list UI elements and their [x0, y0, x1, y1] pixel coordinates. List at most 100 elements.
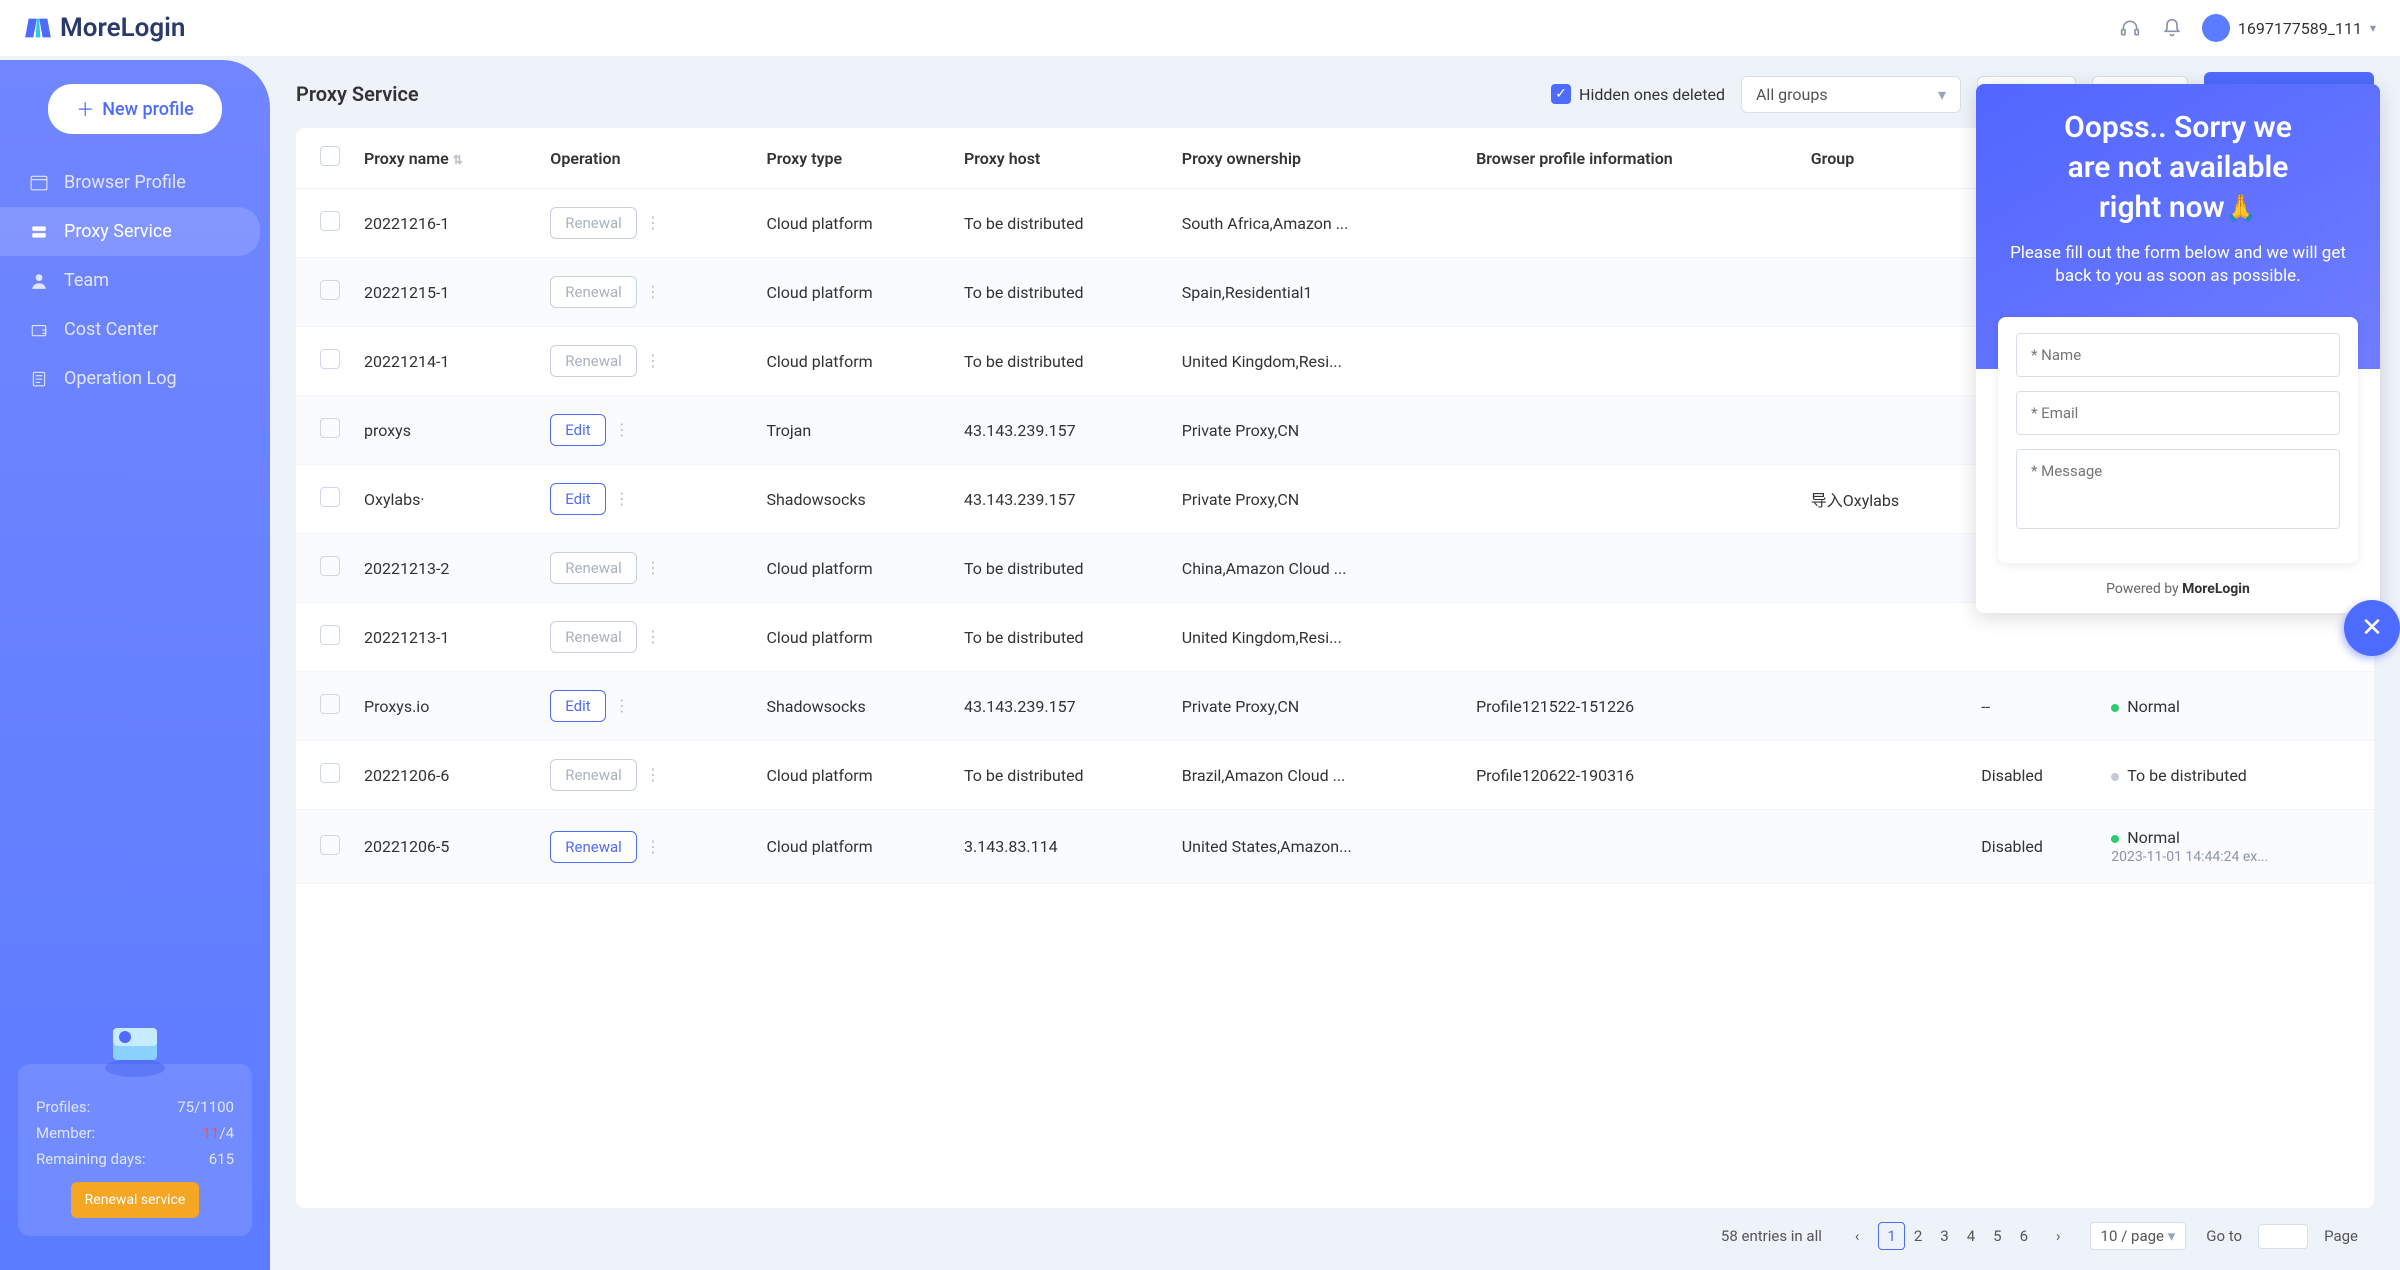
cell-owner: United Kingdom,Resi...	[1170, 603, 1464, 672]
operation-button[interactable]: Renewal	[550, 552, 637, 584]
profiles-value: 75/1100	[177, 1098, 234, 1116]
pager-next[interactable]: ›	[2047, 1222, 2070, 1250]
chat-close-button[interactable]: ✕	[2344, 600, 2400, 656]
chat-email-input[interactable]	[2016, 391, 2340, 435]
cell-name: 20221213-1	[352, 603, 538, 672]
new-profile-button[interactable]: ＋ New profile	[48, 84, 221, 134]
row-checkbox[interactable]	[320, 487, 340, 507]
operation-button[interactable]: Renewal	[550, 831, 637, 863]
pager-page[interactable]: 5	[1984, 1222, 2010, 1250]
status-text: Normal	[2127, 828, 2180, 847]
row-checkbox[interactable]	[320, 763, 340, 783]
col-operation: Operation	[538, 128, 754, 189]
more-icon[interactable]: ⋮	[637, 213, 669, 232]
pager-prev[interactable]: ‹	[1846, 1222, 1869, 1250]
plus-icon: ＋	[76, 96, 94, 122]
cell-group	[1799, 396, 1969, 465]
operation-button[interactable]: Edit	[550, 690, 605, 722]
cell-name: Proxys.io	[352, 672, 538, 741]
chat-message-input[interactable]	[2016, 449, 2340, 529]
sidebar-item-team[interactable]: Team	[0, 256, 270, 305]
cell-type: Shadowsocks	[754, 465, 952, 534]
row-checkbox[interactable]	[320, 556, 340, 576]
row-checkbox[interactable]	[320, 418, 340, 438]
group-select[interactable]: All groups ▾	[1741, 76, 1961, 113]
col-browser-info: Browser profile information	[1464, 128, 1799, 189]
stats-card: Profiles:75/1100 Member:11/4 Remaining d…	[18, 1064, 252, 1236]
chevron-down-icon: ▾	[2168, 1227, 2176, 1245]
chat-subtitle: Please fill out the form below and we wi…	[2000, 242, 2356, 290]
cell-type: Cloud platform	[754, 258, 952, 327]
pager-page[interactable]: 1	[1878, 1222, 1904, 1250]
pager-page[interactable]: 6	[2011, 1222, 2037, 1250]
per-page-select[interactable]: 10 / page ▾	[2090, 1222, 2187, 1250]
row-checkbox[interactable]	[320, 349, 340, 369]
col-proxy-name[interactable]: Proxy name⇅	[352, 128, 538, 189]
cell-name: 20221214-1	[352, 327, 538, 396]
sort-icon: ⇅	[453, 153, 463, 167]
col-group: Group	[1799, 128, 1969, 189]
cell-status: To be distributed	[2099, 741, 2374, 810]
operation-button[interactable]: Renewal	[550, 207, 637, 239]
more-icon[interactable]: ⋮	[637, 558, 669, 577]
days-value: 615	[209, 1150, 234, 1168]
row-checkbox[interactable]	[320, 625, 340, 645]
row-checkbox[interactable]	[320, 694, 340, 714]
wallet-icon	[30, 321, 48, 339]
member-current: 11	[203, 1124, 220, 1142]
pagination: 58 entries in all ‹ 123456 › 10 / page ▾…	[296, 1208, 2374, 1270]
more-icon[interactable]: ⋮	[606, 420, 638, 439]
chat-name-input[interactable]	[2016, 333, 2340, 377]
cell-name: Oxylabs·	[352, 465, 538, 534]
row-checkbox[interactable]	[320, 211, 340, 231]
sidebar-item-cost-center[interactable]: Cost Center	[0, 305, 270, 354]
row-checkbox[interactable]	[320, 835, 340, 855]
goto-label: Go to	[2206, 1227, 2242, 1245]
page-label: Page	[2324, 1227, 2358, 1245]
cell-note: Disabled	[1969, 810, 2099, 884]
cell-owner: China,Amazon Cloud ...	[1170, 534, 1464, 603]
sidebar-item-browser-profile[interactable]: Browser Profile	[0, 158, 270, 207]
more-icon[interactable]: ⋮	[637, 837, 669, 856]
sidebar-item-operation-log[interactable]: Operation Log	[0, 354, 270, 403]
brand-icon	[24, 14, 52, 42]
more-icon[interactable]: ⋮	[637, 282, 669, 301]
cell-type: Cloud platform	[754, 810, 952, 884]
sidebar-item-label: Browser Profile	[64, 172, 186, 193]
bell-icon[interactable]	[2160, 16, 2184, 40]
cell-group	[1799, 189, 1969, 258]
pray-emoji: 🙏	[2225, 194, 2257, 224]
more-icon[interactable]: ⋮	[637, 627, 669, 646]
pager-page[interactable]: 3	[1931, 1222, 1957, 1250]
operation-button[interactable]: Renewal	[550, 621, 637, 653]
cell-host: To be distributed	[952, 534, 1170, 603]
cell-name: proxys	[352, 396, 538, 465]
cell-host: 3.143.83.114	[952, 810, 1170, 884]
user-menu[interactable]: 1697177589_111 ▾	[2202, 14, 2376, 42]
more-icon[interactable]: ⋮	[606, 696, 638, 715]
sidebar-item-proxy-service[interactable]: Proxy Service	[0, 207, 260, 256]
pager-page[interactable]: 2	[1905, 1222, 1931, 1250]
cell-note: Disabled	[1969, 741, 2099, 810]
more-icon[interactable]: ⋮	[637, 765, 669, 784]
operation-button[interactable]: Renewal	[550, 759, 637, 791]
cell-group	[1799, 603, 1969, 672]
more-icon[interactable]: ⋮	[637, 351, 669, 370]
operation-button[interactable]: Edit	[550, 483, 605, 515]
sidebar-item-label: Cost Center	[64, 319, 158, 340]
hidden-deleted-toggle[interactable]: ✓ Hidden ones deleted	[1551, 84, 1725, 104]
goto-input[interactable]	[2258, 1224, 2308, 1249]
select-all-checkbox[interactable]	[320, 146, 340, 166]
headset-icon[interactable]	[2118, 16, 2142, 40]
page-title: Proxy Service	[296, 82, 419, 106]
operation-button[interactable]: Renewal	[550, 276, 637, 308]
row-checkbox[interactable]	[320, 280, 340, 300]
operation-button[interactable]: Renewal	[550, 345, 637, 377]
pager-page[interactable]: 4	[1958, 1222, 1984, 1250]
more-icon[interactable]: ⋮	[606, 489, 638, 508]
renewal-service-button[interactable]: Renewal service	[71, 1182, 200, 1218]
user-icon	[30, 272, 48, 290]
operation-button[interactable]: Edit	[550, 414, 605, 446]
cell-info	[1464, 189, 1799, 258]
avatar-icon	[2202, 14, 2230, 42]
